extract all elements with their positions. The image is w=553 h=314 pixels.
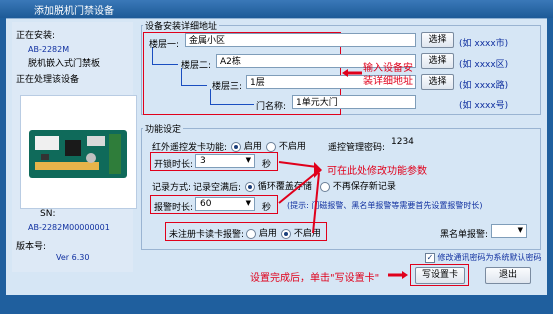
title-bar: 添加脱机门禁设备 (0, 0, 553, 18)
record-label: 记录方式: (152, 183, 192, 193)
radio-selected-icon (231, 141, 241, 152)
footer-hint: 设置完成后，单击"写设置卡" (250, 273, 380, 284)
unregistered-alarm-label: 未注册卡读卡报警: (169, 230, 245, 240)
installing-label: 正在安装: (16, 31, 56, 41)
floor1-field[interactable]: 金属小区 (185, 33, 416, 47)
ir-off-label: 不启用 (278, 142, 306, 152)
arrow-right-icon (388, 271, 408, 279)
alarm-time-select[interactable]: 60 ▼ (195, 197, 255, 211)
floor3-hint: (如 xxxx路) (459, 81, 509, 91)
floor1-hint: (如 xxxx市) (459, 39, 509, 49)
chevron-down-icon: ▼ (245, 199, 251, 207)
arrow-left-icon (342, 69, 362, 77)
blacklist-alarm-select[interactable]: ▼ (491, 224, 527, 238)
version-value: Ver 6.30 (56, 253, 90, 262)
radio-icon (246, 228, 256, 239)
chevron-down-icon: ▼ (245, 156, 251, 164)
tree-line (152, 64, 178, 65)
floor3-select-button[interactable]: 选择 (421, 74, 454, 90)
floor2-hint: (如 xxxx区) (459, 60, 509, 70)
sn-label: SN: (40, 209, 56, 219)
ir-on-radio[interactable]: 启用 (231, 139, 262, 152)
blacklist-alarm-label: 黑名单报警: (440, 230, 489, 240)
floor1-label: 楼层一: (149, 40, 180, 50)
remote-password-field[interactable]: 1234 (388, 135, 436, 149)
floor3-label: 楼层三: (212, 82, 243, 92)
chevron-down-icon: ▼ (517, 226, 523, 234)
record-full-label: 记录空满后: (193, 183, 242, 193)
open-time-label: 开锁时长: (154, 160, 194, 170)
model-description: 脱机嵌入式门禁板 (28, 59, 101, 69)
open-time-unit: 秒 (262, 160, 272, 170)
alarm-time-unit: 秒 (262, 203, 272, 213)
floor2-select-button[interactable]: 选择 (421, 53, 454, 69)
tree-line (210, 104, 254, 105)
floor1-select-button[interactable]: 选择 (421, 32, 454, 48)
floor2-label: 楼层二: (181, 61, 212, 71)
processing-label: 正在处理该设备 (16, 75, 80, 85)
radio-icon (266, 141, 276, 152)
open-time-value: 3 (200, 156, 206, 166)
open-time-select[interactable]: 3 ▼ (195, 154, 255, 168)
model-label: AB-2282M (28, 45, 70, 54)
radio-selected-icon (245, 181, 255, 192)
window-title: 添加脱机门禁设备 (34, 6, 114, 17)
tree-line (210, 89, 211, 104)
ir-off-radio[interactable]: 不启用 (266, 139, 306, 152)
sn-value: AB-2282M00000001 (28, 223, 110, 232)
version-label: 版本号: (16, 242, 47, 252)
arrows-to-params-icon (278, 161, 322, 234)
device-board-image (20, 95, 137, 209)
tree-line (181, 85, 207, 86)
remote-password-label: 遥控管理密码: (328, 143, 386, 153)
default-password-label: 修改通讯密码为系统默认密码 (437, 253, 542, 262)
default-password-checkbox[interactable]: ✓ 修改通讯密码为系统默认密码 (425, 252, 542, 263)
door-name-field[interactable]: 1单元大门 (292, 95, 416, 109)
address-group-title: 设备安装详细地址 (143, 19, 220, 32)
function-annotation: 可在此处修改功能参数 (327, 166, 427, 177)
record-stop-label: 不再保存新记录 (332, 182, 396, 192)
access-board-icon (29, 130, 127, 178)
record-stop-radio[interactable]: 不再保存新记录 (320, 179, 396, 192)
function-group-title: 功能设定 (143, 122, 184, 135)
exit-button[interactable]: 退出 (485, 267, 531, 284)
alarm-time-label: 报警时长: (154, 203, 194, 213)
ir-on-label: 启用 (243, 142, 262, 152)
write-settings-card-button[interactable]: 写设置卡 (415, 267, 465, 284)
checkbox-checked-icon: ✓ (425, 252, 435, 263)
alarm-time-value: 60 (200, 199, 212, 209)
door-name-label: 门名称: (256, 102, 287, 112)
unregistered-on-radio[interactable]: 启用 (246, 226, 277, 239)
unregistered-on-label: 启用 (258, 229, 277, 239)
door-hint: (如 xxxx号) (459, 101, 509, 111)
address-annotation: 输入设备安装详细地址 (363, 63, 413, 87)
